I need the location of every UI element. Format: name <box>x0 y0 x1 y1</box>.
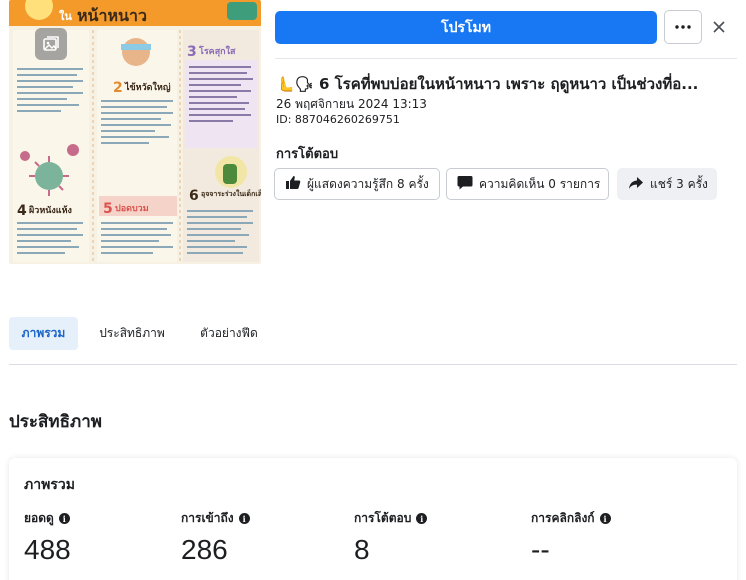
metric-label: การคลิกลิงก์ <box>531 511 595 525</box>
metric-reach: การเข้าถึง i 286 <box>181 509 250 566</box>
reactions-button[interactable]: ผู้แสดงความรู้สึก 8 ครั้ง <box>274 168 440 200</box>
card-title: ภาพรวม <box>24 477 75 493</box>
info-icon[interactable]: i <box>58 513 70 524</box>
comments-button[interactable]: ความคิดเห็น 0 รายการ <box>446 168 609 200</box>
svg-text:อุจจาระร่วงในเด็กเล็ก: อุจจาระร่วงในเด็กเล็ก <box>201 189 261 198</box>
comments-label: ความคิดเห็น 0 รายการ <box>479 176 601 191</box>
header-divider <box>275 58 737 59</box>
post-title: 🫷🗣 6 โรคที่พบบ่อยในหน้าหนาว เพราะ ฤดูหนา… <box>276 75 699 93</box>
post-thumbnail[interactable]: ใน หน้าหนาว 2 ไข้หวัดใหญ่ 3 โรคสุกใส 4 ผ… <box>9 0 261 264</box>
tab-performance[interactable]: ประสิทธิภาพ <box>91 317 173 350</box>
image-gallery-icon[interactable] <box>35 28 67 60</box>
metric-value: 8 <box>354 534 370 565</box>
comment-icon <box>457 175 473 193</box>
tab-overview[interactable]: ภาพรวม <box>9 317 78 350</box>
svg-text:โรคสุกใส: โรคสุกใส <box>198 45 236 57</box>
thumbs-up-icon <box>285 175 301 193</box>
metric-engagement: การโต้ตอบ i 8 <box>354 509 428 566</box>
svg-text:5: 5 <box>103 201 113 217</box>
metric-link-clicks: การคลิกลิงก์ i -- <box>531 509 611 566</box>
svg-text:ใน: ใน <box>59 9 72 23</box>
svg-text:2: 2 <box>113 80 123 96</box>
engagement-heading: การโต้ตอบ <box>276 147 339 162</box>
info-icon[interactable]: i <box>416 513 428 524</box>
shares-button[interactable]: แชร์ 3 ครั้ง <box>617 168 717 200</box>
svg-text:ผิวหนังแห้ง: ผิวหนังแห้ง <box>28 205 72 216</box>
metric-value: -- <box>531 534 550 565</box>
metric-label: การเข้าถึง <box>181 511 234 525</box>
post-id: ID: 887046260269751 <box>276 113 400 126</box>
info-icon[interactable]: i <box>599 513 611 524</box>
promote-button[interactable]: โปรโมท <box>275 11 657 44</box>
info-icon[interactable]: i <box>238 513 250 524</box>
svg-text:6: 6 <box>189 188 199 204</box>
close-icon[interactable] <box>708 16 730 38</box>
metric-value: 488 <box>24 534 71 565</box>
metric-label: ยอดดู <box>24 511 54 525</box>
metric-views: ยอดดู i 488 <box>24 509 71 566</box>
reactions-label: ผู้แสดงความรู้สึก 8 ครั้ง <box>307 176 429 191</box>
svg-text:3: 3 <box>187 44 197 60</box>
share-arrow-icon <box>628 176 644 193</box>
more-dots-icon[interactable] <box>664 10 702 44</box>
svg-text:ไข้หวัดใหญ่: ไข้หวัดใหญ่ <box>124 81 171 93</box>
tabs-divider <box>9 364 737 365</box>
metric-value: 286 <box>181 534 228 565</box>
svg-text:ปอดบวม: ปอดบวม <box>115 203 149 214</box>
performance-heading: ประสิทธิภาพ <box>9 412 102 432</box>
metric-label: การโต้ตอบ <box>354 511 412 525</box>
performance-overview-card: ภาพรวม ยอดดู i 488 การเข้าถึง i 286 การโ… <box>9 458 737 580</box>
svg-text:หน้าหนาว: หน้าหนาว <box>77 6 147 25</box>
shares-label: แชร์ 3 ครั้ง <box>650 176 708 191</box>
post-date: 26 พฤศจิกายน 2024 13:13 <box>276 97 427 111</box>
tab-feed-preview[interactable]: ตัวอย่างฟีด <box>189 317 269 350</box>
svg-text:4: 4 <box>17 203 27 219</box>
